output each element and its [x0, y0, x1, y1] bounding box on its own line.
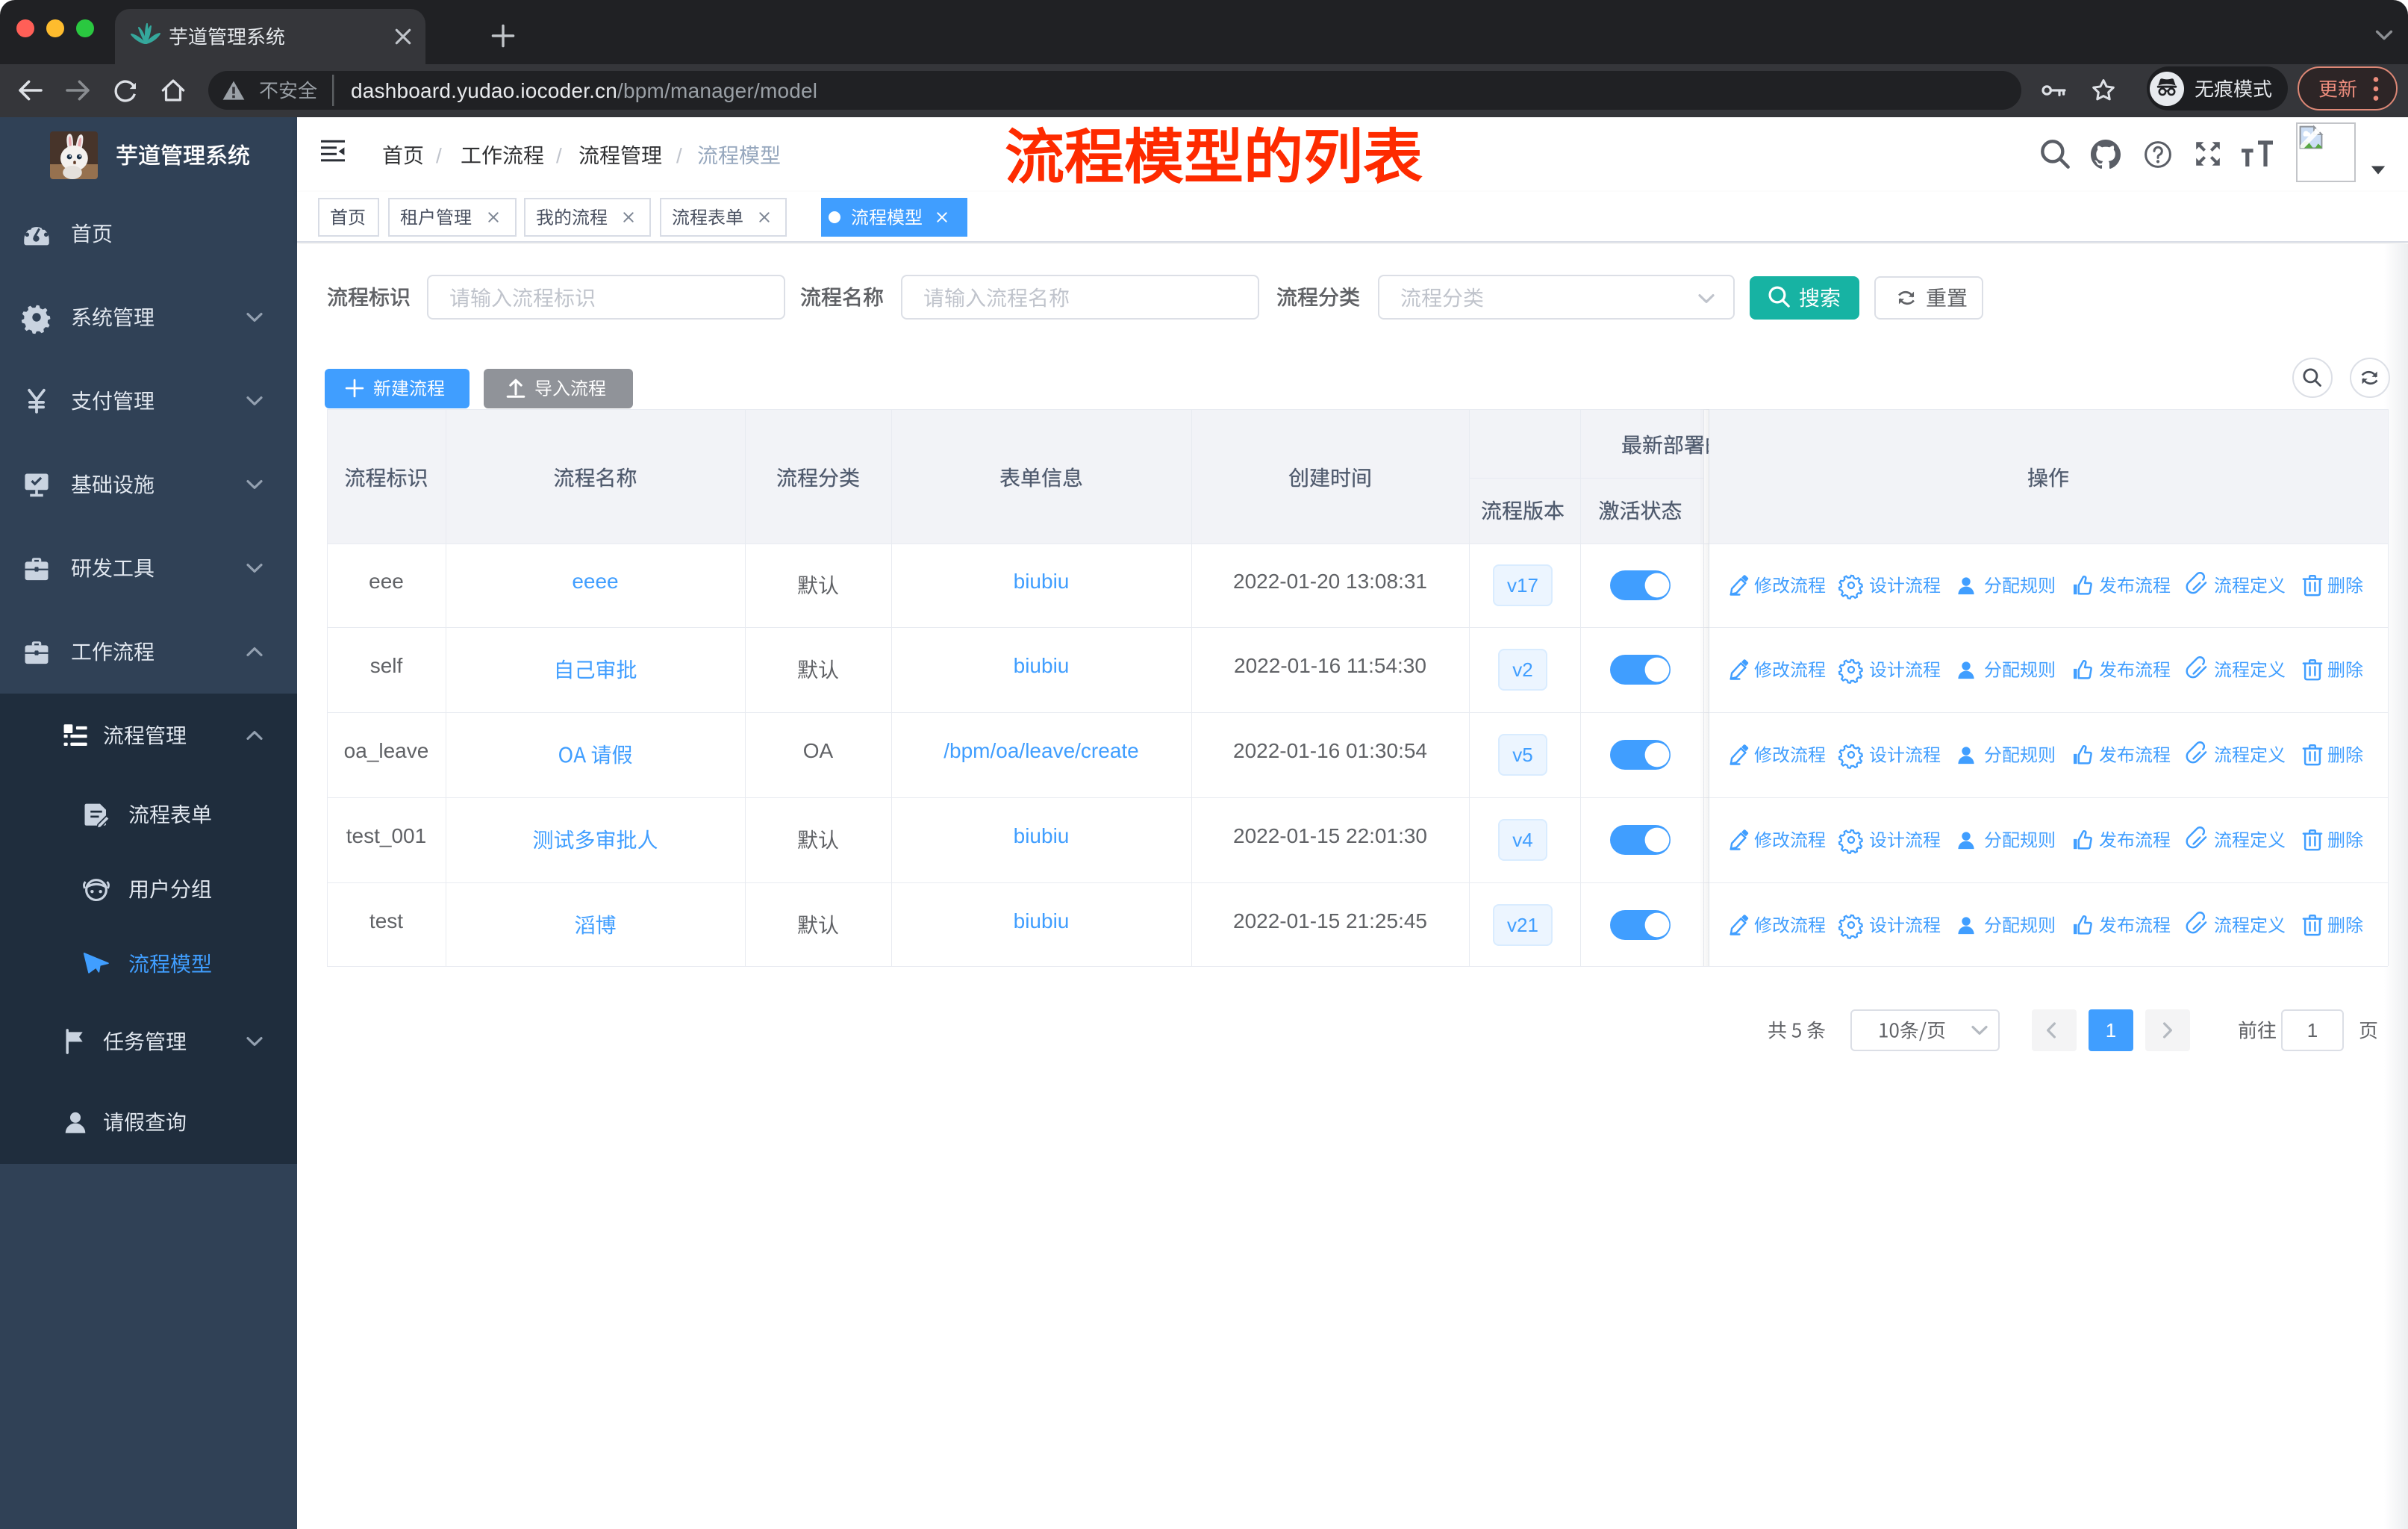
svg-text:/: /	[556, 144, 562, 167]
svg-text:/: /	[436, 144, 442, 167]
svg-text:/: /	[676, 144, 682, 167]
